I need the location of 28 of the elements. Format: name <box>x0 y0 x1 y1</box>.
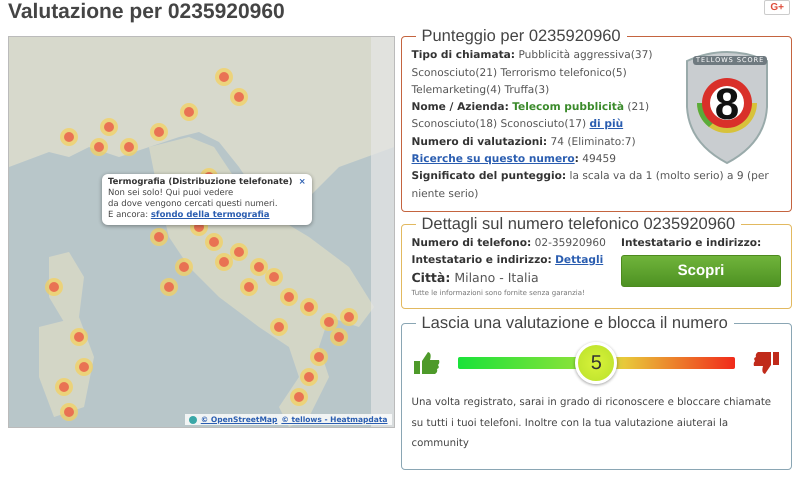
more-link[interactable]: di più <box>589 118 624 130</box>
popup-title: Termografia (Distribuzione telefonate) <box>108 177 293 188</box>
score-value: 8 <box>714 80 740 130</box>
close-button[interactable]: × <box>298 177 306 188</box>
panel-title: Dettagli sul numero telefonico 0235920960 <box>420 216 736 233</box>
panel-title: Lascia una valutazione e blocca il numero <box>420 312 729 334</box>
page-title: Valutazione per 0235920960 <box>8 0 285 24</box>
popup-text: E ancora: sfondo della termografia <box>108 210 270 221</box>
score-detail: Nome / Azienda: Telecom pubblicità (21) Sconosciuto(18) Sconosciuto(17) di più <box>412 100 650 132</box>
score-detail: Numero di valutazioni: 74 (Eliminato:7) <box>412 134 637 150</box>
popup-link[interactable]: sfondo della termografia <box>150 210 270 220</box>
details-link[interactable]: Dettagli <box>555 254 604 266</box>
detail-row-text: Intestatario e indirizzo: Dettagli <box>412 252 604 268</box>
rating-slider[interactable]: 5 <box>458 341 735 386</box>
detail-row-text: Città: Milano - Italia <box>412 268 540 286</box>
search-count-link[interactable]: Ricerche su questo numero <box>412 153 575 166</box>
thumbs-up-icon[interactable] <box>414 352 440 374</box>
score-detail: Ricerche su questo numero: 49459 <box>412 152 617 168</box>
popup-text: da dove vengono cercati questi numeri. <box>108 199 279 210</box>
thumbs-down-icon[interactable] <box>753 352 779 374</box>
score-detail: Significato del punteggio: la scala va da 1 (molto serio) a 9 (per niente serio) <box>412 169 770 202</box>
google-plus-button[interactable]: G+ <box>764 0 790 15</box>
owner-label: Intestatario e indirizzo: <box>621 236 762 251</box>
score-detail: Tipo di chiamata: Pubblicità aggressiva(37) Sconosciuto(21) Terrorismo telefonico(5) Telemarketing(4) Truffa(3) <box>412 48 654 98</box>
rating-description: Una volta registrato, sarai in grado di riconoscere e bloccare chiamate su tutti i tuoi telefoni. Inoltre con la tua valutazione aiuterai la community <box>412 396 772 452</box>
detail-row-text: Numero di telefono: 02-35920960 <box>412 236 607 251</box>
popup-text: Non sei solo! Qui puoi vedere <box>108 188 234 199</box>
panel-title: Punteggio per 0235920960 <box>420 28 622 46</box>
